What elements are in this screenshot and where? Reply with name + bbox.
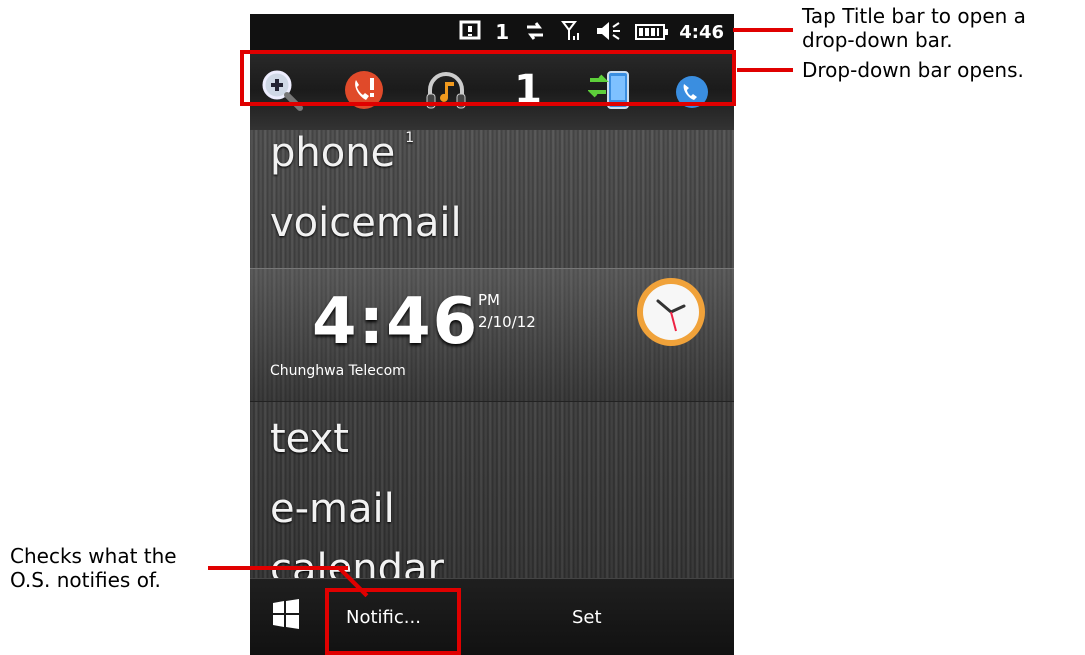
- title-bar-note-line1: Tap Title bar to open a: [802, 4, 1026, 28]
- phone-screen: 1 4:46 1 phone 1 voicemail 4:46 PM 2/10/…: [250, 14, 734, 655]
- battery-icon: [635, 24, 669, 40]
- title-bar-note: Tap Title bar to open a drop-down bar.: [802, 4, 1026, 52]
- notify-note-line1: Checks what the: [10, 544, 177, 568]
- phone-label: phone: [270, 130, 396, 176]
- windows-start-icon[interactable]: [270, 599, 302, 633]
- clock-icon: [634, 275, 708, 353]
- signal-icon: [561, 20, 581, 45]
- carrier-name: Chunghwa Telecom: [270, 363, 406, 379]
- title-bar[interactable]: 1 4:46: [250, 14, 734, 50]
- home-date: 2/10/12: [478, 313, 536, 331]
- notifications-highlight-box: [325, 588, 461, 655]
- email-item[interactable]: e-mail: [270, 486, 395, 532]
- notify-note: Checks what the O.S. notifies of.: [10, 544, 177, 592]
- speaker-muted-icon: [595, 20, 621, 45]
- text-item[interactable]: text: [270, 416, 349, 462]
- softkey-bar: Notific... Set: [250, 578, 734, 655]
- data-arrows-icon: [523, 20, 547, 45]
- home-ampm: PM: [478, 291, 500, 309]
- phone-item[interactable]: phone 1: [270, 130, 414, 176]
- clock-panel[interactable]: 4:46 PM 2/10/12 Chunghwa Telecom: [250, 268, 734, 402]
- home-time: 4:46: [312, 285, 480, 359]
- notification-icon[interactable]: [459, 20, 481, 45]
- voicemail-item[interactable]: voicemail: [270, 200, 462, 246]
- phone-count: 1: [405, 130, 415, 146]
- status-time: 4:46: [679, 21, 724, 43]
- title-bar-callout-line: [733, 28, 793, 32]
- dropdown-highlight-box: [240, 50, 736, 106]
- dropdown-note: Drop-down bar opens.: [802, 58, 1024, 82]
- set-softkey[interactable]: Set: [572, 607, 602, 628]
- notify-note-line2: O.S. notifies of.: [10, 568, 161, 592]
- notification-count: 1: [495, 20, 510, 44]
- notify-callout-line: [208, 566, 348, 570]
- dropdown-callout-line: [737, 68, 793, 72]
- title-bar-note-line2: drop-down bar.: [802, 28, 953, 52]
